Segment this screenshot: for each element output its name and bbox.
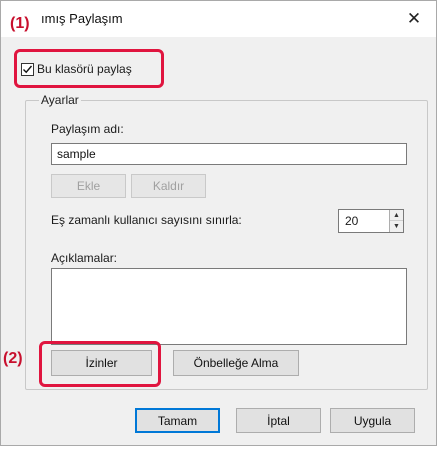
share-folder-checkbox[interactable]: Bu klasörü paylaş — [21, 58, 132, 80]
window-title: ımış Paylaşım — [41, 11, 123, 26]
comments-field[interactable] — [51, 268, 407, 345]
apply-button[interactable]: Uygula — [330, 408, 415, 433]
user-limit-label: Eş zamanlı kullanıcı sayısını sınırla: — [51, 213, 242, 227]
callout-two: (2) — [3, 350, 23, 367]
callout-one: (1) — [10, 15, 30, 32]
permissions-button[interactable]: İzinler — [51, 350, 152, 376]
checkbox-box[interactable] — [21, 62, 34, 76]
advanced-sharing-dialog: ımış Paylaşım ✕ (1) Bu klasörü paylaş Ay… — [0, 0, 437, 446]
ok-button[interactable]: Tamam — [135, 408, 220, 433]
title-bar: ımış Paylaşım ✕ — [1, 1, 436, 37]
spinner-down-icon[interactable]: ▼ — [390, 221, 403, 232]
add-button[interactable]: Ekle — [51, 174, 126, 198]
share-folder-label: Bu klasörü paylaş — [37, 62, 132, 76]
caching-button[interactable]: Önbelleğe Alma — [173, 350, 299, 376]
comments-label: Açıklamalar: — [51, 251, 118, 265]
spinner-up-icon[interactable]: ▲ — [390, 210, 403, 221]
cancel-button[interactable]: İptal — [236, 408, 321, 433]
remove-button[interactable]: Kaldır — [131, 174, 206, 198]
bottom-strip — [0, 446, 439, 455]
checkmark-icon — [23, 65, 33, 73]
user-limit-value: 20 — [345, 214, 359, 228]
close-button[interactable]: ✕ — [392, 1, 436, 37]
share-name-field[interactable]: sample — [51, 143, 407, 165]
user-limit-spinner[interactable]: 20 ▲ ▼ — [338, 209, 404, 233]
share-name-label: Paylaşım adı: — [51, 122, 124, 136]
close-icon: ✕ — [406, 9, 422, 28]
spinner-arrows: ▲ ▼ — [389, 210, 403, 232]
settings-group-title: Ayarlar — [39, 93, 81, 107]
